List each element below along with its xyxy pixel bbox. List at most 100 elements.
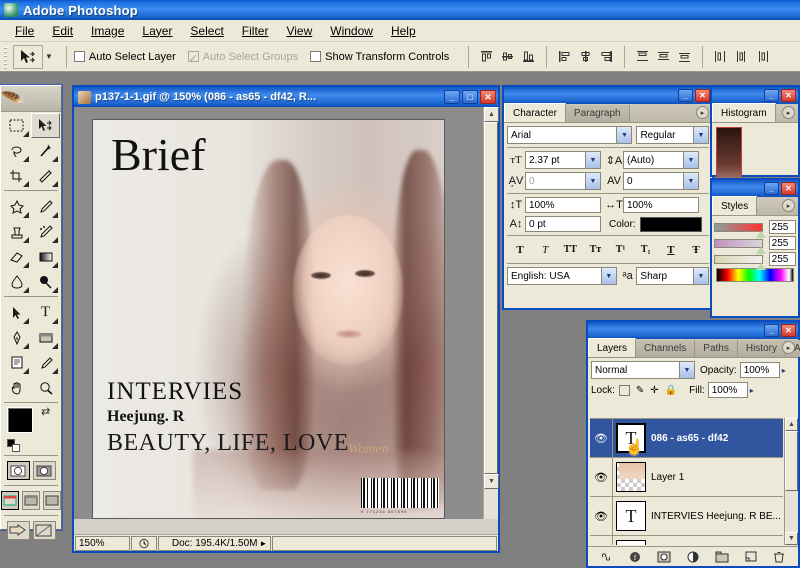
layers-scroll-thumb[interactable] [785,431,798,491]
histogram-minimize-button[interactable]: _ [764,89,779,102]
document-close-button[interactable]: ✕ [480,90,496,104]
distribute-top-edges-icon[interactable] [632,47,652,67]
align-vertical-centers-icon[interactable] [497,47,517,67]
pen-tool[interactable] [2,325,31,350]
status-menu-arrow-icon[interactable]: ► [259,539,267,548]
tab-channels[interactable]: Channels [636,340,696,357]
options-bar-grip[interactable] [2,44,10,69]
histogram-close-button[interactable]: ✕ [781,89,796,102]
document-info-field[interactable]: Doc: 195.4K/1.50M ► [158,535,272,551]
tab-styles[interactable]: Styles [712,196,758,215]
menu-item-layer[interactable]: Layer [133,22,181,40]
chevron-down-icon[interactable]: ▼ [683,152,698,168]
lasso-tool[interactable] [2,138,31,163]
vertical-scale-input[interactable]: 100% [525,197,601,213]
baseline-shift-input[interactable]: 0 pt [525,216,601,232]
subscript-button[interactable]: T₁ [637,241,655,258]
link-layers-button[interactable] [598,549,614,564]
layers-scroll-down-button[interactable]: ▼ [785,532,798,545]
table-row[interactable]: 👁 Layer 1 [590,458,783,497]
text-color-swatch[interactable] [639,216,702,232]
default-colors-icon[interactable] [7,439,20,452]
vertical-scroll-thumb[interactable] [484,122,498,474]
layer-thumbnail[interactable]: T [616,540,646,545]
table-row[interactable]: 👁 T 086 - as65 - df42 [590,419,783,458]
color-close-button[interactable]: ✕ [781,182,796,195]
menu-item-filter[interactable]: Filter [233,22,278,40]
tracking-input[interactable]: 0 ▼ [623,172,699,190]
hand-tool[interactable] [2,375,31,400]
brush-tool[interactable] [31,194,60,219]
chevron-down-icon[interactable]: ▼ [693,268,708,284]
kerning-input[interactable]: 0 ▼ [525,172,601,190]
antialias-select[interactable]: Sharp ▼ [636,267,709,285]
chevron-down-icon[interactable]: ▼ [585,152,600,168]
eyedropper-tool[interactable] [31,350,60,375]
chevron-down-icon[interactable]: ▼ [600,268,616,284]
adjustment-layer-button[interactable] [685,549,701,564]
opacity-input[interactable]: 100% [739,362,780,378]
palette-menu-icon[interactable]: ▸ [696,106,709,119]
green-value[interactable]: 255 [768,236,796,250]
font-style-select[interactable]: Regular ▼ [636,126,709,144]
magic-wand-tool[interactable] [31,138,60,163]
layer-visibility-toggle[interactable]: 👁 [590,419,613,457]
checkbox-box[interactable] [310,51,322,62]
new-group-button[interactable] [714,549,730,564]
tab-paths[interactable]: Paths [695,340,738,357]
toolbox-header[interactable]: 🪶 [1,86,61,112]
tab-character[interactable]: Character [504,103,566,122]
lock-all-icon[interactable]: 🔒 [665,385,677,396]
layer-thumbnail[interactable]: T [616,501,646,531]
table-row[interactable]: 👁 T Brief [590,536,783,545]
new-layer-button[interactable] [743,549,759,564]
dodge-tool[interactable] [31,269,60,294]
blue-slider[interactable] [714,254,766,270]
lock-transparent-pixels-icon[interactable] [618,384,630,396]
fill-slider-arrow-icon[interactable]: ▸ [750,386,754,395]
document-title-bar[interactable]: p137-1-1.gif @ 150% (086 - as65 - df42, … [74,87,498,107]
move-tool[interactable] [31,113,60,138]
layer-visibility-toggle[interactable]: 👁 [590,458,613,496]
auto-select-layer-checkbox[interactable]: Auto Select Layer [73,51,176,63]
histogram-palette-title-bar[interactable]: _ ✕ [712,87,798,104]
delete-layer-button[interactable] [771,549,787,564]
tab-layers[interactable]: Layers [588,338,637,357]
canvas-area[interactable]: Brief INTERVIES Heejung. R BEAUTY, LIFE,… [74,107,483,519]
red-slider[interactable] [714,222,766,238]
blend-mode-select[interactable]: Normal ▼ [591,361,695,379]
gradient-tool[interactable] [31,244,60,269]
tab-histogram[interactable]: Histogram [712,103,776,122]
scroll-up-button[interactable]: ▲ [484,107,499,122]
green-slider[interactable] [714,238,766,254]
character-minimize-button[interactable]: _ [678,89,693,102]
full-screen-menubar-icon[interactable] [22,491,40,510]
faux-italic-button[interactable]: T [536,241,554,258]
faux-bold-button[interactable]: T [511,241,529,258]
layers-scroll-up-button[interactable]: ▲ [785,418,798,431]
color-minimize-button[interactable]: _ [764,182,779,195]
horizontal-scale-input[interactable]: 100% [623,197,699,213]
slice-tool[interactable] [31,163,60,188]
history-brush-tool[interactable] [31,219,60,244]
notes-tool[interactable] [2,350,31,375]
imageready-icon[interactable] [32,521,56,540]
canvas-vertical-scrollbar[interactable]: ▲ ▼ [483,107,499,519]
superscript-button[interactable]: T¹ [612,241,630,258]
show-transform-controls-checkbox[interactable]: Show Transform Controls [310,51,449,63]
blue-value[interactable]: 255 [768,252,796,266]
eraser-tool[interactable] [2,244,31,269]
chevron-down-icon[interactable]: ▼ [679,362,694,378]
red-value[interactable]: 255 [768,220,796,234]
swap-colors-icon[interactable]: ⇄ [41,405,50,418]
scroll-down-button[interactable]: ▼ [484,474,499,489]
chevron-down-icon[interactable]: ▼ [585,173,600,189]
blue-slider-thumb[interactable] [755,262,766,270]
full-screen-icon[interactable] [43,491,61,510]
lock-image-pixels-icon[interactable]: ✎ [636,385,644,396]
layers-list[interactable]: 👁 T 086 - as65 - df42 👁 Layer 1 👁 T INTE… [590,418,783,545]
foreground-color-swatch[interactable] [7,407,33,433]
align-right-edges-icon[interactable] [596,47,616,67]
menu-item-select[interactable]: Select [181,22,232,40]
underline-button[interactable]: T [662,241,680,258]
